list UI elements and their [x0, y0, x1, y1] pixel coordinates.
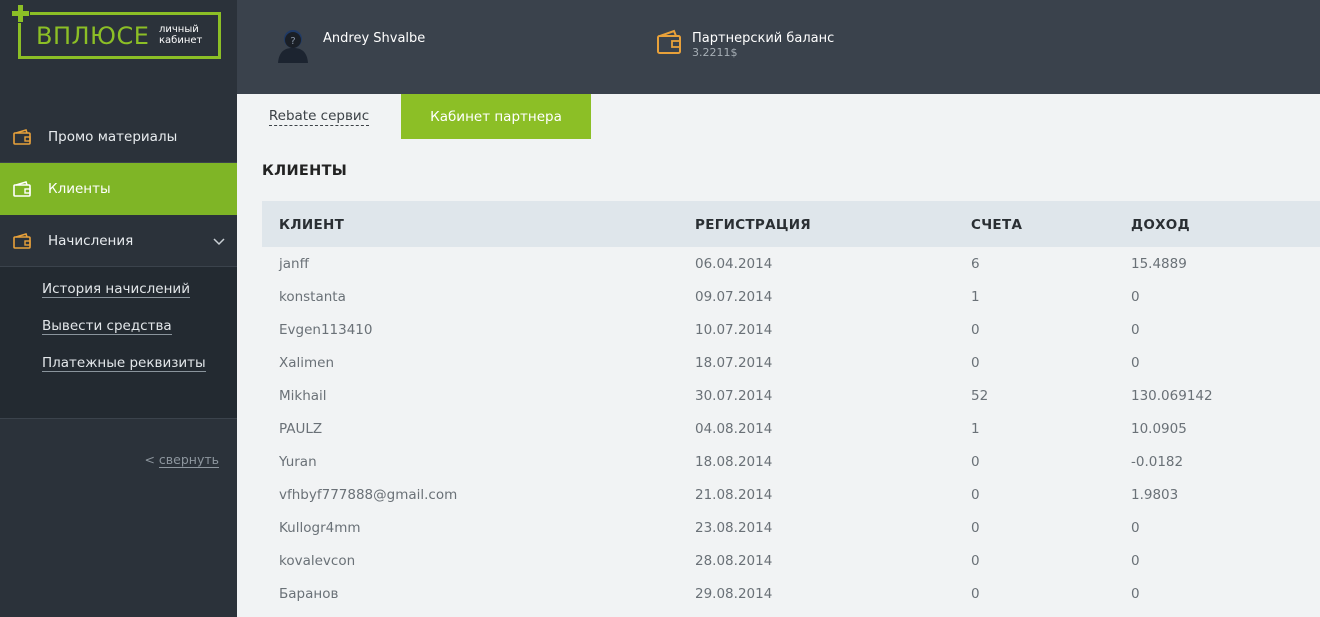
- wallet-icon: [13, 180, 31, 197]
- cell-client: Evgen113410: [279, 322, 373, 338]
- cell-income: 0: [1131, 289, 1140, 305]
- cell-registration: 28.08.2014: [695, 553, 773, 569]
- cell-accounts: 0: [971, 553, 980, 569]
- cell-income: 1.9803: [1131, 487, 1179, 503]
- svg-text:?: ?: [290, 36, 295, 47]
- column-header-registration[interactable]: РЕГИСТРАЦИЯ: [695, 217, 811, 233]
- table-row: Evgen113410 10.07.2014 0 0: [262, 313, 1320, 346]
- cell-registration: 30.07.2014: [695, 388, 773, 404]
- logo-subtitle: личный кабинет: [159, 24, 203, 46]
- top-header: ? Andrey Shvalbe Партнерский баланс 3.22…: [237, 0, 1320, 94]
- submenu-item-withdraw[interactable]: Вывести средства: [42, 316, 237, 337]
- sidebar-item-label: Промо материалы: [48, 128, 178, 145]
- cell-accounts: 52: [971, 388, 989, 404]
- cell-accounts: 1: [971, 421, 980, 437]
- table-row: Kullogr4mm 23.08.2014 0 0: [262, 511, 1320, 544]
- cell-client: Mikhail: [279, 388, 327, 404]
- cell-client: konstanta: [279, 289, 346, 305]
- sidebar-item-clients[interactable]: Клиенты: [0, 163, 237, 215]
- collapse-label: свернуть: [158, 452, 219, 468]
- cell-income: 0: [1131, 586, 1140, 602]
- cell-registration: 06.04.2014: [695, 256, 773, 272]
- page-title: КЛИЕНТЫ: [262, 163, 348, 179]
- cell-accounts: 0: [971, 355, 980, 371]
- logo-text: ВПЛЮСЕ: [36, 22, 150, 50]
- cell-accounts: 0: [971, 322, 980, 338]
- accruals-submenu: История начислений Вывести средства Плат…: [0, 267, 237, 419]
- cell-income: 0: [1131, 553, 1140, 569]
- table-row: vfhbyf777888@gmail.com 21.08.2014 0 1.98…: [262, 478, 1320, 511]
- cell-accounts: 6: [971, 256, 980, 272]
- sidebar-item-label: Клиенты: [48, 180, 111, 197]
- sidebar-nav: Промо материалы Клиенты Начисления Истор…: [0, 111, 237, 419]
- sidebar-item-accruals[interactable]: Начисления: [0, 215, 237, 267]
- sidebar-item-label: Начисления: [48, 232, 134, 249]
- cell-client: Yuran: [279, 454, 317, 470]
- cell-income: 0: [1131, 322, 1140, 338]
- cell-accounts: 0: [971, 586, 980, 602]
- cell-registration: 18.07.2014: [695, 355, 773, 371]
- cell-registration: 10.07.2014: [695, 322, 773, 338]
- table-row: Баранов 29.08.2014 0 0: [262, 577, 1320, 610]
- sidebar-item-promo[interactable]: Промо материалы: [0, 111, 237, 163]
- tab-partner-cabinet[interactable]: Кабинет партнера: [401, 94, 591, 139]
- table-row: Mikhail 30.07.2014 52 130.069142: [262, 379, 1320, 412]
- cell-income: 15.4889: [1131, 256, 1187, 272]
- table-row: janff 06.04.2014 6 15.4889: [262, 247, 1320, 280]
- cell-client: kovalevcon: [279, 553, 356, 569]
- cell-income: 130.069142: [1131, 388, 1213, 404]
- wallet-icon: [13, 232, 31, 249]
- column-header-income[interactable]: ДОХОД: [1131, 217, 1190, 233]
- cell-registration: 29.08.2014: [695, 586, 773, 602]
- cell-registration: 04.08.2014: [695, 421, 773, 437]
- cell-client: Баранов: [279, 586, 339, 602]
- submenu-item-history[interactable]: История начислений: [42, 279, 237, 300]
- chevron-down-icon[interactable]: [213, 235, 225, 247]
- column-header-accounts[interactable]: СЧЕТА: [971, 217, 1022, 233]
- wallet-icon: [13, 128, 31, 145]
- table-row: konstanta 09.07.2014 1 0: [262, 280, 1320, 313]
- cell-client: janff: [279, 256, 309, 272]
- cell-client: PAULZ: [279, 421, 323, 437]
- column-header-client[interactable]: КЛИЕНТ: [279, 217, 344, 233]
- cell-registration: 18.08.2014: [695, 454, 773, 470]
- partner-balance-label: Партнерский баланс: [692, 31, 835, 46]
- cell-accounts: 0: [971, 487, 980, 503]
- cell-client: Kullogr4mm: [279, 520, 361, 536]
- cell-accounts: 0: [971, 520, 980, 536]
- table-row: kovalevcon 28.08.2014 0 0: [262, 544, 1320, 577]
- submenu-item-payment-details[interactable]: Платежные реквизиты: [42, 353, 237, 374]
- chevron-left-icon: <: [144, 452, 155, 467]
- cell-registration: 21.08.2014: [695, 487, 773, 503]
- sidebar: ВПЛЮСЕ личный кабинет Промо материалы Кл…: [0, 0, 237, 617]
- avatar[interactable]: ?: [277, 27, 309, 63]
- cell-client: Xalimen: [279, 355, 335, 371]
- table-header: КЛИЕНТ РЕГИСТРАЦИЯ СЧЕТА ДОХОД: [262, 201, 1320, 247]
- cell-income: 10.0905: [1131, 421, 1187, 437]
- cell-income: 0: [1131, 520, 1140, 536]
- cell-income: 0: [1131, 355, 1140, 371]
- cell-accounts: 0: [971, 454, 980, 470]
- collapse-sidebar-link[interactable]: < свернуть: [144, 452, 219, 468]
- plus-icon: [12, 5, 30, 23]
- table-row: Yuran 18.08.2014 0 -0.0182: [262, 445, 1320, 478]
- table-row: Xalimen 18.07.2014 0 0: [262, 346, 1320, 379]
- user-name[interactable]: Andrey Shvalbe: [323, 31, 425, 46]
- table-row: PAULZ 04.08.2014 1 10.0905: [262, 412, 1320, 445]
- wallet-icon: [657, 29, 681, 54]
- logo[interactable]: ВПЛЮСЕ личный кабинет: [12, 5, 221, 59]
- partner-balance-value: 3.2211$: [692, 46, 738, 59]
- cell-registration: 09.07.2014: [695, 289, 773, 305]
- tab-rebate-service[interactable]: Rebate сервис: [267, 94, 371, 139]
- cell-client: vfhbyf777888@gmail.com: [279, 487, 458, 503]
- clients-table: КЛИЕНТ РЕГИСТРАЦИЯ СЧЕТА ДОХОД janff 06.…: [262, 201, 1320, 610]
- cell-accounts: 1: [971, 289, 980, 305]
- cell-income: -0.0182: [1131, 454, 1184, 470]
- cell-registration: 23.08.2014: [695, 520, 773, 536]
